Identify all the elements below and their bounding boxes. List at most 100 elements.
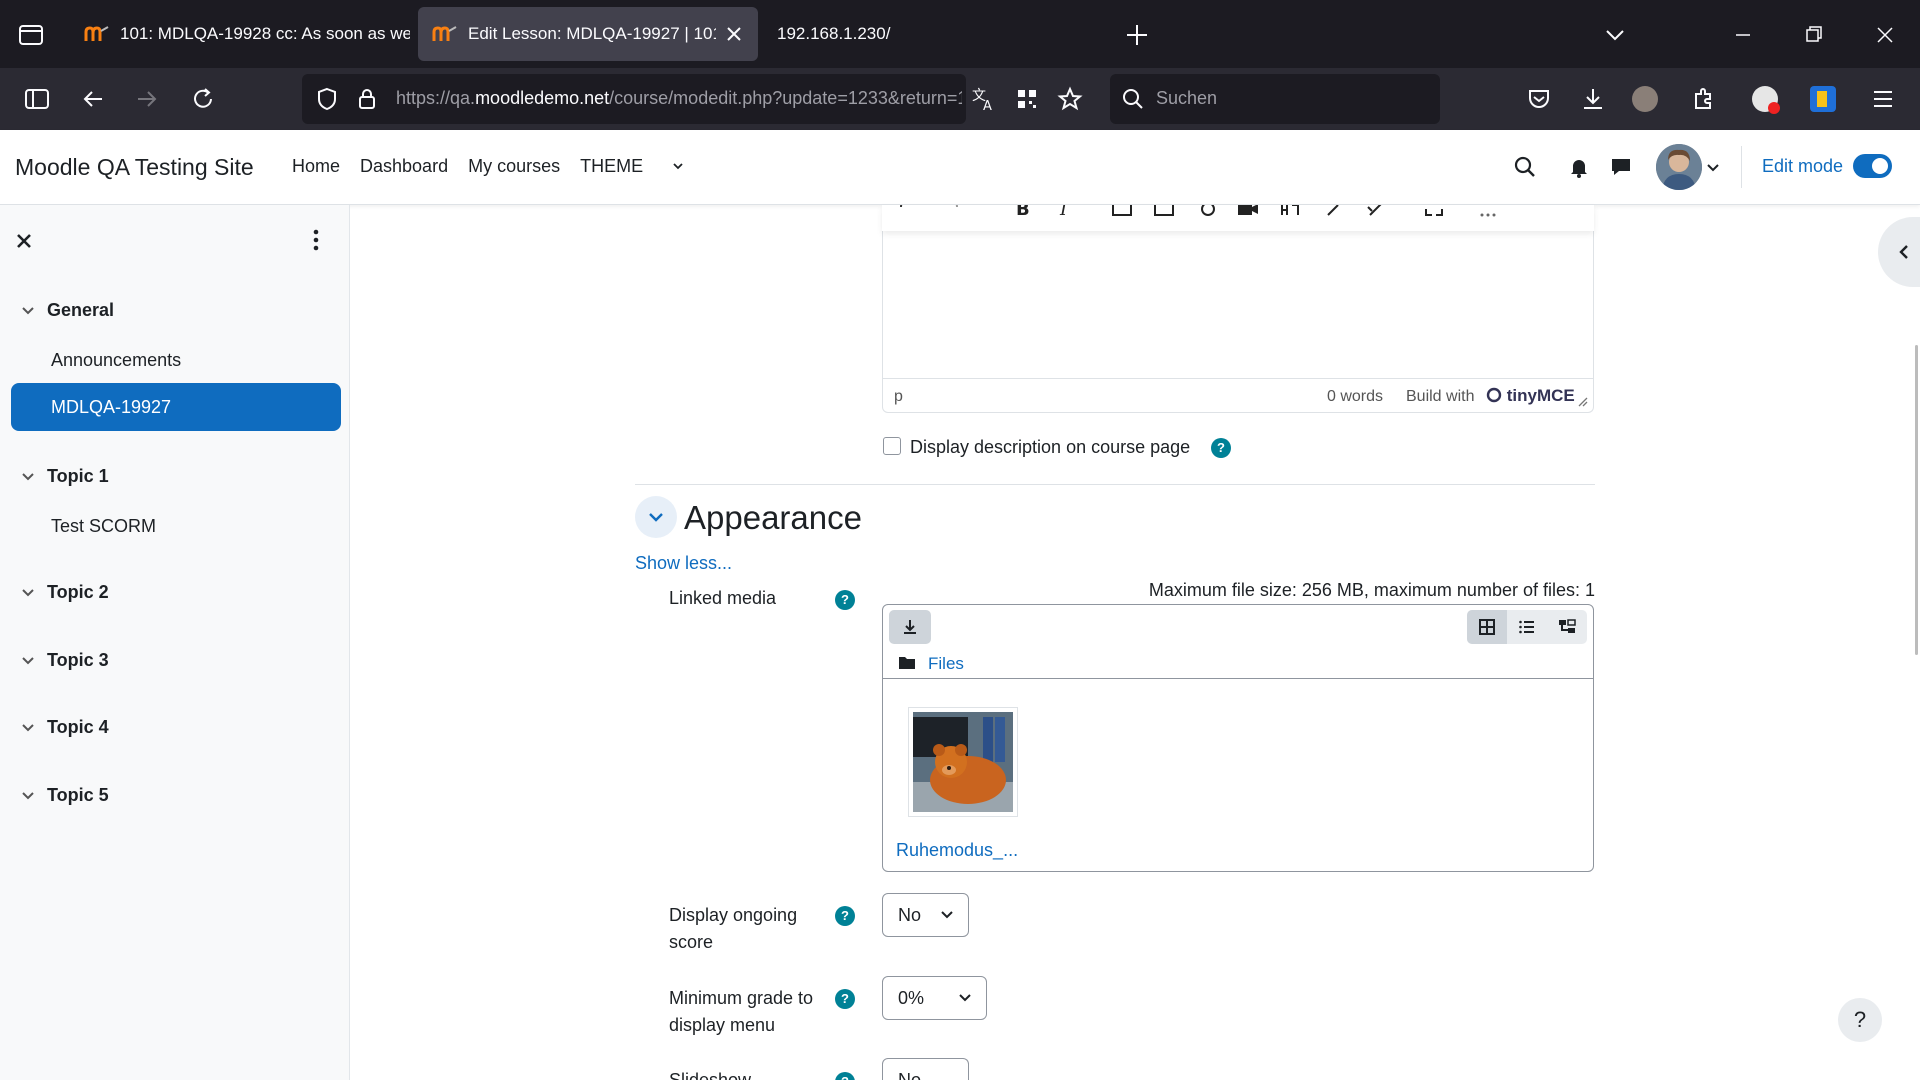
undo-icon[interactable] (896, 205, 920, 219)
pocket-icon[interactable] (1522, 82, 1556, 116)
reload-icon[interactable] (186, 82, 220, 116)
element-path[interactable]: p (894, 388, 903, 406)
redo-icon[interactable] (938, 205, 962, 219)
record-audio-icon[interactable] (1196, 205, 1220, 219)
chevron-down-icon[interactable] (20, 585, 36, 601)
display-description-label[interactable]: Display description on course page (910, 437, 1190, 458)
max-file-size-text: Maximum file size: 256 MB, maximum numbe… (1148, 580, 1595, 600)
downloads-icon[interactable] (1576, 82, 1610, 116)
extension-blue-icon[interactable] (1810, 86, 1836, 112)
tab-ip-address[interactable]: 192.168.1.230/ (765, 7, 945, 61)
activity-announcements[interactable]: Announcements (51, 350, 181, 371)
sidebar-toggle-icon[interactable] (20, 82, 54, 116)
shield-icon[interactable] (312, 84, 342, 114)
file-name-link[interactable]: Ruhemodus_... (896, 840, 1018, 861)
section-topic-5[interactable]: Topic 5 (20, 785, 109, 806)
file-thumbnail[interactable] (908, 707, 1018, 817)
qr-code-icon[interactable] (1010, 82, 1044, 116)
nav-my-courses[interactable]: My courses (468, 156, 560, 177)
url-text[interactable]: https://qa.moodledemo.net/course/modedit… (396, 88, 962, 109)
list-view-button[interactable] (1507, 610, 1547, 644)
minimum-grade-select[interactable]: 0% (882, 976, 987, 1020)
icon-view-button[interactable] (1467, 610, 1507, 644)
user-menu-chevron-down-icon[interactable] (1704, 158, 1722, 176)
forward-arrow-icon[interactable] (130, 82, 164, 116)
block-drawer-toggle[interactable] (1878, 217, 1920, 287)
nav-home[interactable]: Home (292, 156, 340, 177)
chevron-down-icon[interactable] (20, 303, 36, 319)
download-button[interactable] (889, 610, 931, 644)
section-topic-2[interactable]: Topic 2 (20, 582, 109, 603)
display-ongoing-score-select[interactable]: No (882, 893, 969, 937)
hamburger-menu-icon[interactable] (1866, 82, 1900, 116)
kebab-menu-icon[interactable] (306, 227, 326, 253)
slideshow-select[interactable]: No (882, 1058, 969, 1080)
translate-icon[interactable]: 文A (967, 82, 1001, 116)
section-general[interactable]: General (20, 300, 114, 321)
url-bar[interactable]: https://qa.moodledemo.net/course/modedit… (302, 74, 966, 124)
word-count[interactable]: 0 words (1327, 388, 1383, 406)
extension-red-badge-icon[interactable] (1752, 86, 1780, 114)
help-icon[interactable]: ? (835, 906, 855, 926)
svg-text:I: I (1059, 205, 1068, 219)
new-tab-icon[interactable] (1120, 18, 1154, 52)
section-topic-1[interactable]: Topic 1 (20, 466, 109, 487)
tab-title: 101: MDLQA-19928 cc: As soon as we beg (120, 24, 410, 43)
close-tab-icon[interactable] (722, 22, 746, 46)
tab-mdlqa-19928[interactable]: 101: MDLQA-19928 cc: As soon as we beg (70, 7, 410, 61)
tree-view-button[interactable] (1547, 610, 1587, 644)
search-icon[interactable] (1512, 154, 1538, 180)
show-less-link[interactable]: Show less... (635, 553, 732, 574)
restore-icon[interactable] (1797, 18, 1831, 52)
edit-mode-label[interactable]: Edit mode (1762, 156, 1843, 177)
bookmark-star-icon[interactable] (1053, 82, 1087, 116)
close-window-icon[interactable] (1868, 18, 1902, 52)
tab-edit-lesson[interactable]: Edit Lesson: MDLQA-19927 | 101 | Moo (418, 7, 758, 61)
help-icon[interactable]: ? (835, 989, 855, 1009)
italic-icon[interactable]: I (1052, 205, 1076, 219)
lock-icon[interactable] (352, 84, 382, 114)
account-avatar-icon[interactable] (1632, 86, 1658, 112)
help-icon[interactable]: ? (1211, 438, 1231, 458)
close-drawer-icon[interactable] (12, 229, 36, 253)
help-icon[interactable]: ? (835, 1072, 855, 1080)
h5p-icon[interactable] (1278, 205, 1302, 219)
fullscreen-icon[interactable] (1422, 205, 1446, 219)
edit-mode-toggle[interactable] (1853, 154, 1892, 178)
more-options-icon[interactable] (1476, 205, 1500, 219)
tab-list-icon[interactable] (14, 20, 48, 50)
help-icon[interactable]: ? (835, 590, 855, 610)
bold-icon[interactable]: B (1010, 205, 1034, 219)
chevron-down-icon[interactable] (20, 788, 36, 804)
tinymce-logo[interactable]: tinyMCE (1486, 386, 1575, 406)
display-description-checkbox[interactable] (883, 437, 901, 455)
chevron-down-icon[interactable] (20, 653, 36, 669)
section-topic-4[interactable]: Topic 4 (20, 717, 109, 738)
unlink-icon[interactable] (1364, 205, 1388, 219)
messages-chat-icon[interactable] (1608, 154, 1634, 180)
appearance-collapse-button[interactable] (635, 496, 677, 538)
notifications-bell-icon[interactable] (1566, 154, 1592, 180)
record-video-icon[interactable] (1236, 205, 1260, 219)
list-all-tabs-icon[interactable] (1598, 18, 1632, 52)
resize-handle-icon[interactable] (1576, 395, 1588, 407)
chevron-down-icon[interactable] (20, 720, 36, 736)
help-floating-button[interactable]: ? (1838, 998, 1882, 1042)
chevron-down-icon[interactable] (20, 469, 36, 485)
section-topic-3[interactable]: Topic 3 (20, 650, 109, 671)
user-avatar[interactable] (1656, 144, 1702, 190)
search-bar[interactable]: Suchen (1110, 74, 1440, 124)
link-icon[interactable] (1320, 205, 1344, 219)
nav-dashboard[interactable]: Dashboard (360, 156, 448, 177)
image-icon[interactable] (1110, 205, 1134, 219)
nav-theme[interactable]: THEME (580, 156, 684, 177)
media-icon[interactable] (1152, 205, 1176, 219)
page-scrollbar[interactable] (1915, 345, 1918, 655)
extensions-icon[interactable] (1686, 82, 1720, 116)
back-arrow-icon[interactable] (76, 82, 110, 116)
activity-mdlqa-19927-active[interactable]: MDLQA-19927 (11, 383, 341, 431)
site-name[interactable]: Moodle QA Testing Site (15, 154, 254, 181)
activity-test-scorm[interactable]: Test SCORM (51, 516, 156, 537)
files-breadcrumb[interactable]: Files (928, 654, 964, 674)
minimize-icon[interactable] (1726, 18, 1760, 52)
